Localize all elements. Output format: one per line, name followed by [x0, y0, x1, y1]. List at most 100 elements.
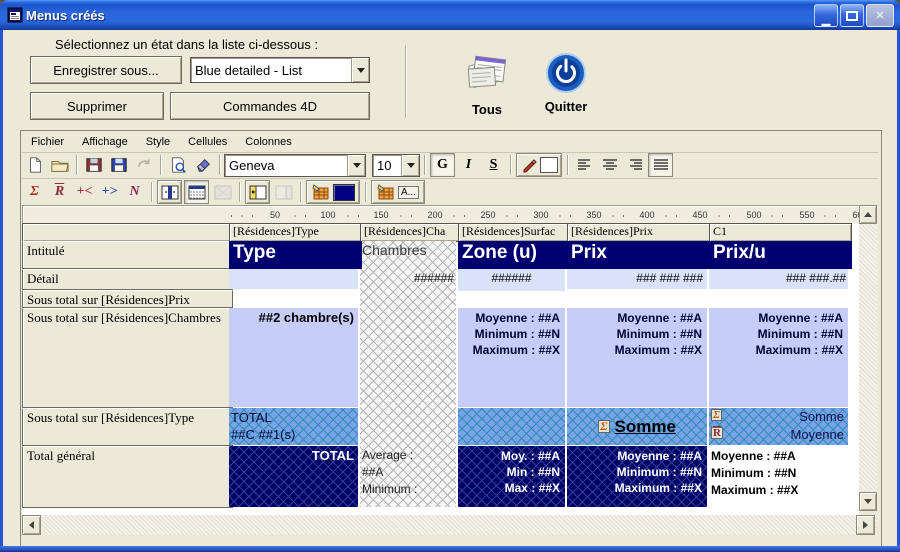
sum-icon[interactable]: Σ [23, 181, 46, 203]
cell-intitule-type[interactable]: Type [229, 241, 362, 269]
cell-subchambres-prix[interactable]: Moyenne : ##AMinimum : ##NMaximum : ##X [567, 308, 707, 407]
column-header-prix[interactable]: [Résidences]Prix [567, 223, 711, 242]
horizontal-scrollbar[interactable] [22, 515, 877, 535]
align-right-icon[interactable] [623, 154, 646, 176]
row-label-soustotal-type[interactable]: Sous total sur [Résidences]Type [22, 408, 233, 446]
row-label-soustotal-chambres[interactable]: Sous total sur [Résidences]Chambres [22, 308, 233, 408]
current-fill-swatch [333, 184, 355, 201]
cell-detail-prixu[interactable]: ### ###.## [709, 269, 848, 289]
border-color-button[interactable] [516, 153, 562, 177]
align-center-icon[interactable] [598, 154, 621, 176]
split-columns-icon[interactable] [157, 180, 182, 204]
freeze-left-column-icon[interactable] [245, 180, 270, 204]
cell-subtype-prixu[interactable]: Σ R Somme Moyenne [709, 408, 848, 445]
cell-subchambres-type[interactable]: ##2 chambre(s) [229, 308, 358, 407]
freeze-right-column-icon [272, 181, 295, 203]
menu-affichage[interactable]: Affichage [73, 136, 137, 148]
ruler-mark: 550 [793, 210, 821, 220]
open-folder-icon[interactable] [48, 154, 71, 176]
italic-button[interactable]: I [457, 154, 480, 176]
menu-cellules[interactable]: Cellules [179, 136, 236, 148]
font-select[interactable]: Geneva [224, 154, 366, 177]
column-header-c1[interactable]: C1 [709, 223, 852, 242]
scroll-right-button[interactable] [856, 515, 875, 535]
minimize-button[interactable]: ▁ [814, 4, 838, 27]
titlebar[interactable]: Menus créés ▁ ✕ [0, 0, 900, 30]
cell-subtype-prix[interactable]: Σ Somme [567, 408, 707, 445]
commands-4d-button[interactable]: Commandes 4D [170, 92, 370, 120]
cell-detail-prix[interactable]: ### ### ### [567, 269, 707, 289]
font-color-grid-icon [377, 184, 395, 200]
cell-intitule-chambres[interactable]: Chambres [362, 242, 454, 260]
cell-subchambres-prixu[interactable]: Moyenne : ##AMinimum : ##NMaximum : ##X [709, 308, 848, 407]
scroll-left-button[interactable] [22, 515, 41, 535]
align-justify-icon[interactable] [648, 153, 673, 177]
report-select[interactable]: Blue detailed - List [190, 57, 370, 83]
save-icon[interactable] [82, 154, 105, 176]
font-color-label: A... [398, 186, 419, 199]
repeat-value-icon[interactable]: R [48, 181, 71, 203]
merge-left-icon[interactable]: +< [73, 181, 96, 203]
bold-button[interactable]: G [430, 153, 455, 177]
size-select-arrow[interactable] [401, 155, 419, 176]
report-select-arrow[interactable] [351, 58, 369, 82]
cell-detail-chambres[interactable]: ###### [362, 271, 454, 286]
cell-total-chambres[interactable]: Average :##AMinimum : [362, 447, 454, 505]
column-header-type[interactable]: [Résidences]Type [229, 223, 362, 242]
cell-subtype-zone[interactable] [458, 408, 565, 445]
font-select-arrow[interactable] [347, 155, 365, 176]
align-left-icon[interactable] [573, 154, 596, 176]
row-label-total-general[interactable]: Total général [22, 446, 233, 508]
menu-colonnes[interactable]: Colonnes [236, 136, 300, 148]
cell-intitule-prix[interactable]: Prix [567, 241, 711, 269]
ruler-mark: 300 [527, 210, 555, 220]
power-button-icon[interactable] [545, 81, 587, 98]
eraser-icon[interactable] [191, 154, 214, 176]
row-label-soustotal-prix[interactable]: Sous total sur [Résidences]Prix [22, 290, 233, 308]
cell-subtype-type[interactable]: TOTAL##C ##1(s) [229, 408, 358, 445]
size-select[interactable]: 10 [372, 154, 420, 177]
save-all-icon[interactable] [107, 154, 130, 176]
corner-header[interactable] [22, 223, 231, 242]
cell-detail-type[interactable] [229, 269, 358, 289]
menu-fichier[interactable]: Fichier [22, 136, 73, 148]
menu-style[interactable]: Style [137, 136, 179, 148]
print-preview-icon[interactable] [166, 154, 189, 176]
new-document-icon[interactable] [23, 154, 46, 176]
newspaper-stack-icon[interactable] [461, 83, 513, 100]
numeric-format-icon[interactable]: N [123, 181, 146, 203]
cell-total-prix[interactable]: Moyenne : ##AMinimum : ##NMaximum : ##X [567, 446, 707, 507]
cell-total-prixu[interactable]: Moyenne : ##AMinimum : ##NMaximum : ##X [709, 446, 848, 507]
toolbar-row1: Geneva 10 G I S [22, 152, 878, 179]
maximize-button[interactable] [840, 4, 864, 27]
ruler-mark: 350 [580, 210, 608, 220]
cell-total-type[interactable]: TOTAL [229, 446, 358, 507]
pattern-icon [211, 181, 234, 203]
column-header-chambres[interactable]: [Résidences]Cha [360, 223, 460, 242]
underline-button[interactable]: S [482, 154, 505, 176]
report-editor: Fichier Affichage Style Cellules Colonne… [20, 130, 882, 547]
quitter-control[interactable]: Quitter [533, 52, 599, 116]
cell-intitule-zone[interactable]: Zone (u) [458, 241, 569, 269]
cell-total-zone[interactable]: Moy. : ##AMin : ##NMax : ##X [458, 446, 565, 507]
vertical-scrollbar[interactable] [859, 205, 877, 511]
scroll-down-button[interactable] [859, 492, 877, 511]
save-as-button[interactable]: Enregistrer sous... [30, 56, 182, 84]
fill-color-button[interactable] [306, 180, 360, 204]
ruler-mark: 500 [740, 210, 768, 220]
font-color-button[interactable]: A... [371, 180, 425, 204]
show-rows-icon[interactable] [184, 180, 209, 204]
ruler-mark: 150 [367, 210, 395, 220]
delete-button[interactable]: Supprimer [30, 92, 164, 120]
quitter-label: Quitter [533, 99, 599, 114]
tous-control[interactable]: Tous [455, 48, 519, 116]
row-label-detail[interactable]: Détail [22, 269, 233, 290]
window-border-left [0, 30, 3, 552]
scroll-up-button[interactable] [859, 205, 877, 224]
cell-detail-zone[interactable]: ###### [458, 269, 565, 291]
row-label-intitule[interactable]: Intitulé [22, 241, 233, 269]
column-header-surface[interactable]: [Résidences]Surfac [458, 223, 569, 242]
cell-intitule-prixu[interactable]: Prix/u [709, 241, 852, 269]
cell-subchambres-zone[interactable]: Moyenne : ##AMinimum : ##NMaximum : ##X [458, 308, 565, 407]
merge-right-icon[interactable]: +> [98, 181, 121, 203]
